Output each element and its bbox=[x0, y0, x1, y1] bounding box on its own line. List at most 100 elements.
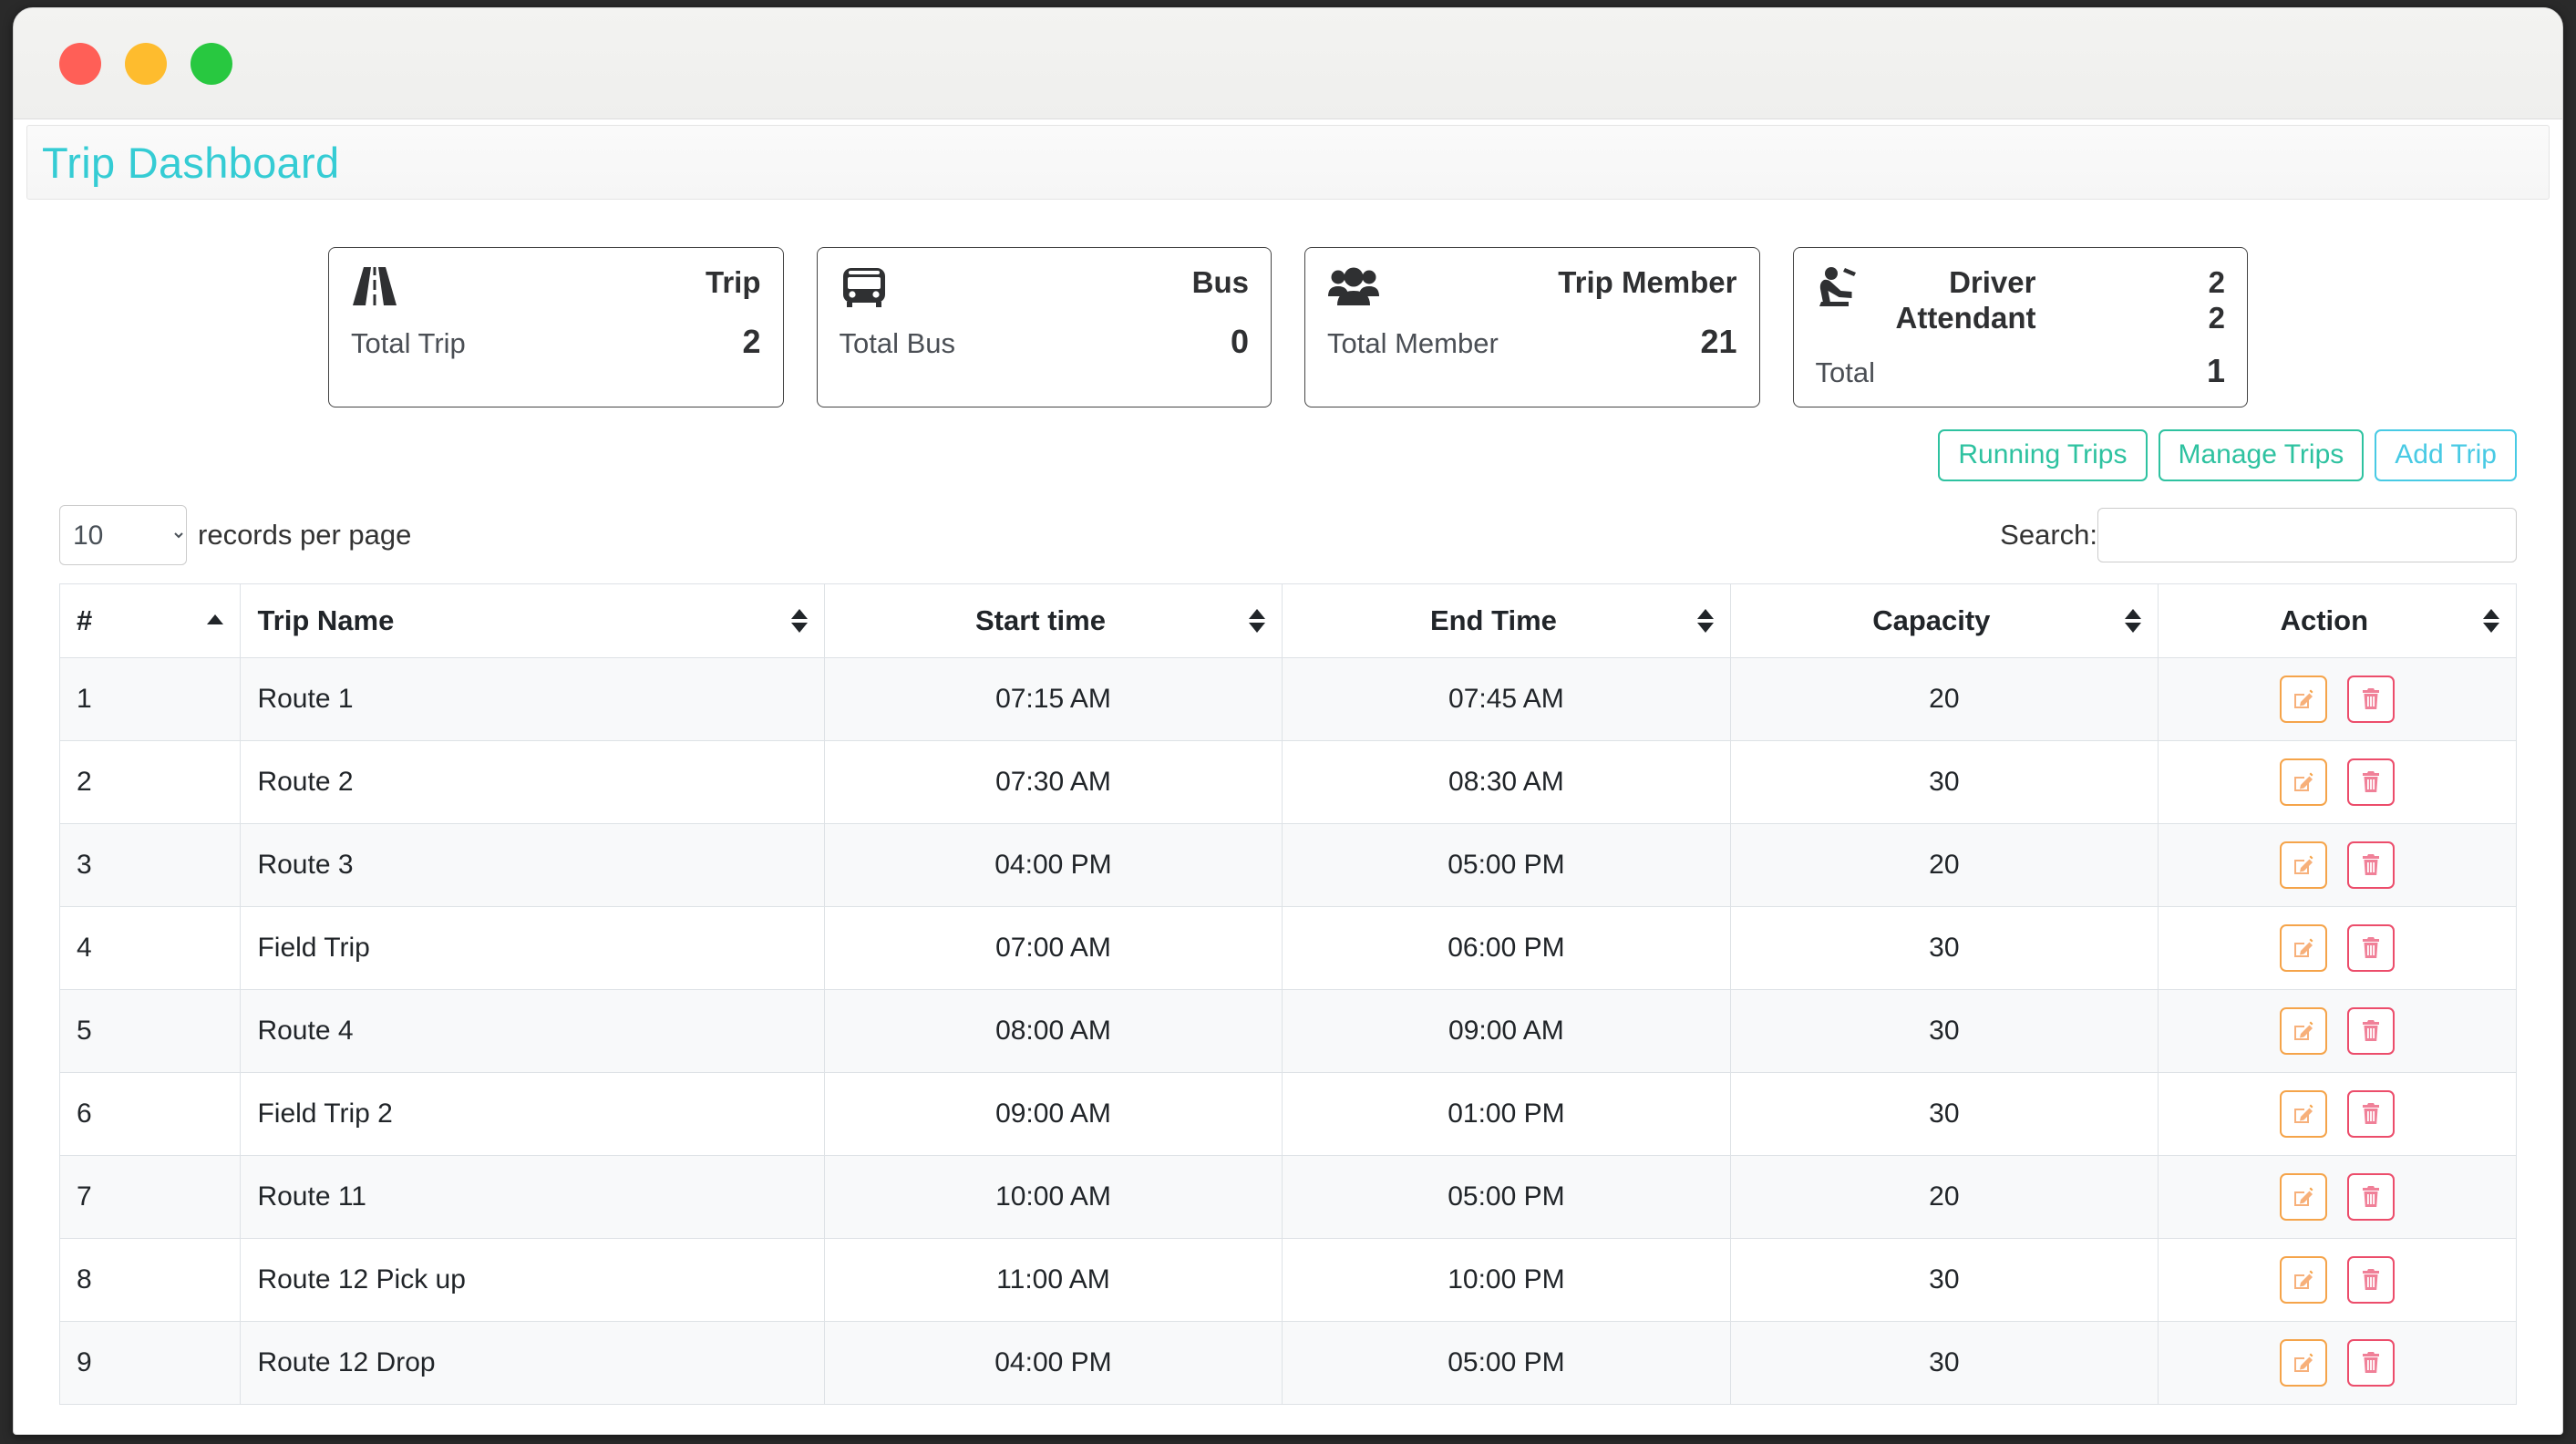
edit-trip-button[interactable] bbox=[2279, 676, 2327, 723]
column-label: Start time bbox=[974, 604, 1106, 636]
trips-table-head: # Trip Name Start time End Time Capacity… bbox=[58, 583, 2518, 658]
stat-cards: Trip Total Trip 2 Bus Total Bus 0 Trip M… bbox=[59, 247, 2517, 407]
edit-trip-button[interactable] bbox=[2279, 841, 2327, 889]
stat-card-driver-attendant: Driver Attendant 22 Total 1 bbox=[1792, 247, 2248, 407]
stat-card-value: 0 bbox=[1230, 323, 1249, 360]
cell-start-time: 08:00 AM bbox=[824, 989, 1283, 1073]
cell-index: 2 bbox=[58, 740, 242, 824]
column-header-end-time[interactable]: End Time bbox=[1281, 583, 1732, 658]
cell-capacity: 20 bbox=[1730, 823, 2159, 907]
cell-capacity: 30 bbox=[1730, 989, 2159, 1073]
stat-card-sublabel: Total Member bbox=[1327, 327, 1499, 359]
main-content: Trip Total Trip 2 Bus Total Bus 0 Trip M… bbox=[14, 247, 2562, 1435]
records-per-page-select[interactable]: 102550100 bbox=[59, 505, 187, 565]
search-input[interactable] bbox=[2097, 508, 2517, 562]
sort-asc-icon bbox=[207, 614, 224, 628]
attendant-label: Attendant bbox=[1895, 300, 2036, 335]
driver-label: Driver bbox=[1949, 265, 2036, 299]
minimize-window-button[interactable] bbox=[125, 42, 167, 85]
table-row: 4 Field Trip 07:00 AM 06:00 PM 30 bbox=[58, 906, 2518, 990]
stat-card-title: Trip Member bbox=[1558, 265, 1737, 299]
driver-seat-icon bbox=[1816, 265, 1867, 307]
delete-trip-button[interactable] bbox=[2346, 1339, 2395, 1387]
column-header-trip-name[interactable]: Trip Name bbox=[240, 583, 826, 658]
cell-trip-name: Field Trip bbox=[240, 906, 826, 990]
edit-trip-button[interactable] bbox=[2279, 1173, 2327, 1221]
cell-end-time: 05:00 PM bbox=[1281, 1321, 1732, 1405]
cell-capacity: 30 bbox=[1730, 906, 2159, 990]
cell-capacity: 20 bbox=[1730, 657, 2159, 741]
delete-trip-button[interactable] bbox=[2346, 1173, 2395, 1221]
pagination-page-1-button[interactable]: 1 bbox=[2341, 1434, 2409, 1435]
delete-trip-button[interactable] bbox=[2346, 758, 2395, 806]
column-header-action[interactable]: Action bbox=[2157, 583, 2518, 658]
manage-trips-button[interactable]: Manage Trips bbox=[2158, 429, 2365, 481]
stat-card-trip: Trip Total Trip 2 bbox=[328, 247, 784, 407]
table-controls: 102550100 records per page Search: bbox=[59, 505, 2517, 565]
search-control: Search: bbox=[2000, 508, 2517, 562]
stat-card-title: Trip bbox=[705, 265, 761, 299]
cell-index: 3 bbox=[58, 823, 242, 907]
add-trip-button[interactable]: Add Trip bbox=[2375, 429, 2517, 481]
cell-capacity: 30 bbox=[1730, 1238, 2159, 1322]
column-header-start-time[interactable]: Start time bbox=[824, 583, 1283, 658]
sort-icon bbox=[2483, 609, 2499, 633]
road-icon bbox=[351, 265, 398, 307]
delete-trip-button[interactable] bbox=[2346, 1090, 2395, 1138]
cell-trip-name: Route 12 Drop bbox=[240, 1321, 826, 1405]
maximize-window-button[interactable] bbox=[191, 42, 232, 85]
column-label: Capacity bbox=[1872, 604, 1991, 636]
cell-end-time: 09:00 AM bbox=[1281, 989, 1732, 1073]
delete-trip-button[interactable] bbox=[2346, 676, 2395, 723]
delete-trip-button[interactable] bbox=[2346, 1007, 2395, 1055]
column-label: Action bbox=[2280, 604, 2369, 636]
pagination-next-button[interactable]: Next bbox=[2407, 1434, 2517, 1435]
sort-icon bbox=[1697, 609, 1714, 633]
edit-trip-button[interactable] bbox=[2279, 1339, 2327, 1387]
edit-trip-button[interactable] bbox=[2279, 924, 2327, 972]
column-header-index[interactable]: # bbox=[58, 583, 242, 658]
cell-start-time: 10:00 AM bbox=[824, 1155, 1283, 1239]
delete-trip-button[interactable] bbox=[2346, 924, 2395, 972]
cell-capacity: 20 bbox=[1730, 1155, 2159, 1239]
stat-card-value: 2 bbox=[742, 323, 761, 360]
cell-start-time: 07:30 AM bbox=[824, 740, 1283, 824]
trip-action-buttons: Running Trips Manage Trips Add Trip bbox=[59, 429, 2517, 481]
cell-end-time: 05:00 PM bbox=[1281, 1155, 1732, 1239]
page-title: Trip Dashboard bbox=[42, 138, 340, 187]
cell-index: 6 bbox=[58, 1072, 242, 1156]
cell-actions bbox=[2157, 823, 2518, 907]
close-window-button[interactable] bbox=[59, 42, 101, 85]
running-trips-button[interactable]: Running Trips bbox=[1938, 429, 2148, 481]
delete-trip-button[interactable] bbox=[2346, 841, 2395, 889]
page-length-control: 102550100 records per page bbox=[59, 505, 411, 565]
edit-trip-button[interactable] bbox=[2279, 758, 2327, 806]
edit-trip-button[interactable] bbox=[2279, 1007, 2327, 1055]
records-per-page-label: records per page bbox=[198, 519, 412, 551]
cell-index: 1 bbox=[58, 657, 242, 741]
stat-card-title: Bus bbox=[1191, 265, 1249, 299]
edit-trip-button[interactable] bbox=[2279, 1256, 2327, 1304]
cell-capacity: 30 bbox=[1730, 1072, 2159, 1156]
cell-trip-name: Route 12 Pick up bbox=[240, 1238, 826, 1322]
window-titlebar bbox=[14, 8, 2562, 119]
sort-icon bbox=[1248, 609, 1265, 633]
column-label: # bbox=[77, 604, 93, 636]
cell-index: 7 bbox=[58, 1155, 242, 1239]
stat-card-sublabel: Total bbox=[1815, 356, 1875, 388]
delete-trip-button[interactable] bbox=[2346, 1256, 2395, 1304]
search-label: Search: bbox=[2000, 519, 2097, 551]
edit-trip-button[interactable] bbox=[2279, 1090, 2327, 1138]
cell-index: 5 bbox=[58, 989, 242, 1073]
table-row: 1 Route 1 07:15 AM 07:45 AM 20 bbox=[58, 657, 2518, 741]
pagination-previous-button[interactable]: Previous bbox=[2182, 1434, 2342, 1435]
cell-trip-name: Field Trip 2 bbox=[240, 1072, 826, 1156]
stat-card-bus: Bus Total Bus 0 bbox=[816, 247, 1272, 407]
cell-actions bbox=[2157, 906, 2518, 990]
cell-trip-name: Route 2 bbox=[240, 740, 826, 824]
attendant-count: 2 bbox=[2208, 300, 2225, 335]
column-header-capacity[interactable]: Capacity bbox=[1730, 583, 2159, 658]
cell-end-time: 01:00 PM bbox=[1281, 1072, 1732, 1156]
cell-end-time: 08:30 AM bbox=[1281, 740, 1732, 824]
sort-icon bbox=[2124, 609, 2141, 633]
